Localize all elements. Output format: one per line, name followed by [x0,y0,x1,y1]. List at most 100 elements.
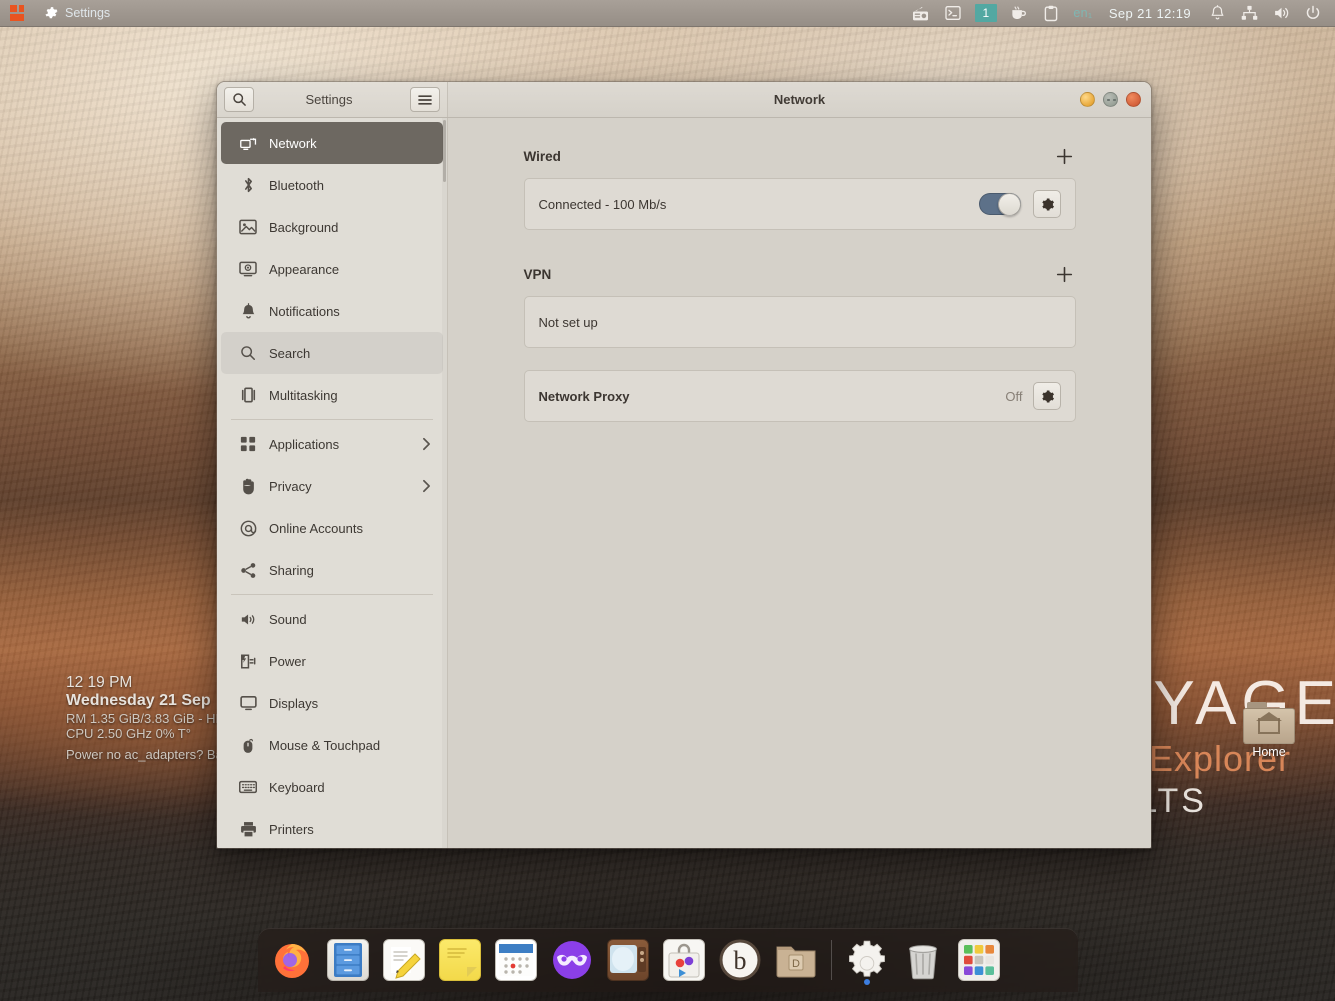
headerbar-right: Network [448,82,1151,117]
sidebar-item-displays[interactable]: Displays [221,682,443,724]
sidebar-scrollbar[interactable] [442,118,447,848]
vpn-status-label: Not set up [539,315,1061,330]
retro-tv-icon [607,939,649,981]
start-menu-button[interactable] [0,0,34,26]
sidebar-item-label: Background [269,220,431,235]
tray-notifications-icon[interactable] [1201,0,1233,26]
dock-item-tor-browser[interactable] [548,936,596,984]
sidebar-item-power[interactable]: Power [221,640,443,682]
sidebar-item-network[interactable]: Network [221,122,443,164]
appearance-icon [239,260,257,278]
tray-volume-icon[interactable] [1265,0,1297,26]
dock-item-files[interactable] [324,936,372,984]
notepad-pencil-icon [383,939,425,981]
sidebar-item-search[interactable]: Search [221,332,443,374]
sidebar-item-sharing[interactable]: Sharing [221,549,443,591]
tray-clipboard-icon[interactable] [1035,0,1067,26]
gear-icon [1039,389,1054,404]
network-wired-icon [1241,5,1258,21]
share-icon [239,561,257,579]
sidebar-item-label: Applications [269,437,410,452]
dock-item-media-player[interactable] [604,936,652,984]
sidebar-item-applications[interactable]: Applications [221,423,443,465]
sidebar-item-label: Multitasking [269,388,431,403]
top-panel: Settings [0,0,1335,27]
sidebar-item-background[interactable]: Background [221,206,443,248]
maximize-button[interactable] [1103,92,1118,107]
main-menu-button[interactable] [410,87,440,112]
dock-item-firefox[interactable] [268,936,316,984]
hamburger-menu-icon [417,94,433,106]
sidebar-item-label: Displays [269,696,431,711]
tray-power-icon[interactable] [1297,0,1329,26]
desktop-icon-home[interactable]: Home [1240,702,1298,759]
wired-status-label: Connected - 100 Mb/s [539,197,979,212]
network-proxy-settings-button[interactable] [1033,382,1061,410]
plus-icon [1056,266,1073,283]
sidebar-item-appearance[interactable]: Appearance [221,248,443,290]
letter-b-icon: b [718,938,762,982]
sidebar-item-label: Network [269,136,431,151]
sidebar-separator [231,419,433,420]
add-wired-button[interactable] [1054,145,1076,167]
sidebar-item-keyboard[interactable]: Keyboard [221,766,443,808]
sidebar-scrollbar-thumb[interactable] [443,120,446,182]
wired-title: Wired [524,149,1054,164]
network-proxy-label: Network Proxy [539,389,1006,404]
folder-home-icon [1243,702,1295,744]
bell-icon [239,302,257,320]
tray-network-icon[interactable] [1233,0,1265,26]
svg-text:b: b [734,946,747,975]
grid-apps-icon [239,435,257,453]
tray-workspace-switcher[interactable]: 1 [969,0,1003,26]
sidebar-item-sound[interactable]: Sound [221,598,443,640]
sidebar-item-online-accounts[interactable]: Online Accounts [221,507,443,549]
dock-item-boxes[interactable]: b [716,936,764,984]
desktop-icon-home-label: Home [1240,745,1298,759]
wired-toggle[interactable] [979,193,1021,215]
sidebar-item-mouse-touchpad[interactable]: Mouse & Touchpad [221,724,443,766]
close-button[interactable] [1126,92,1141,107]
tray-radio-icon[interactable] [905,0,937,26]
tray-terminal-icon[interactable] [937,0,969,26]
dock-separator [831,940,832,980]
hand-icon [239,477,257,495]
dock-item-software[interactable] [660,936,708,984]
dock-item-calendar[interactable] [492,936,540,984]
bluetooth-icon [239,176,257,194]
sidebar-item-printers[interactable]: Printers [221,808,443,848]
add-vpn-button[interactable] [1054,263,1076,285]
dock-item-trash[interactable] [899,936,947,984]
dock-item-documents[interactable]: D [772,936,820,984]
chevron-right-icon [422,479,431,493]
dock-item-show-apps[interactable] [955,936,1003,984]
dock-item-settings[interactable] [843,936,891,984]
tray-caffeine-icon[interactable] [1003,0,1035,26]
network-proxy-row[interactable]: Network Proxy Off [524,370,1076,422]
gear-icon [846,939,888,981]
folder-d-icon: D [775,941,817,979]
taskbar-window-settings[interactable]: Settings [34,0,120,26]
radio-icon [912,6,929,21]
dock-item-text-editor[interactable] [380,936,428,984]
file-cabinet-icon [327,939,369,981]
sidebar-item-multitasking[interactable]: Multitasking [221,374,443,416]
sidebar-item-privacy[interactable]: Privacy [221,465,443,507]
sidebar-item-label: Power [269,654,431,669]
settings-sidebar: Network Bluetooth Background [217,118,448,848]
sidebar-item-label: Search [269,346,431,361]
multitasking-icon [239,386,257,404]
sidebar-item-label: Privacy [269,479,410,494]
minimize-button[interactable] [1080,92,1095,107]
desktop-screen: VOYAGE Explorer LTS 12 19 PM Wednesday 2… [0,0,1335,1001]
wired-settings-button[interactable] [1033,190,1061,218]
tray-language-indicator[interactable]: en₁ [1067,0,1099,26]
mask-icon [550,938,594,982]
sidebar-item-label: Online Accounts [269,521,431,536]
sidebar-item-notifications[interactable]: Notifications [221,290,443,332]
mouse-icon [239,736,257,754]
panel-clock[interactable]: Sep 21 12:19 [1099,6,1201,21]
sidebar-item-bluetooth[interactable]: Bluetooth [221,164,443,206]
firefox-icon [270,938,314,982]
dock-item-sticky-notes[interactable] [436,936,484,984]
